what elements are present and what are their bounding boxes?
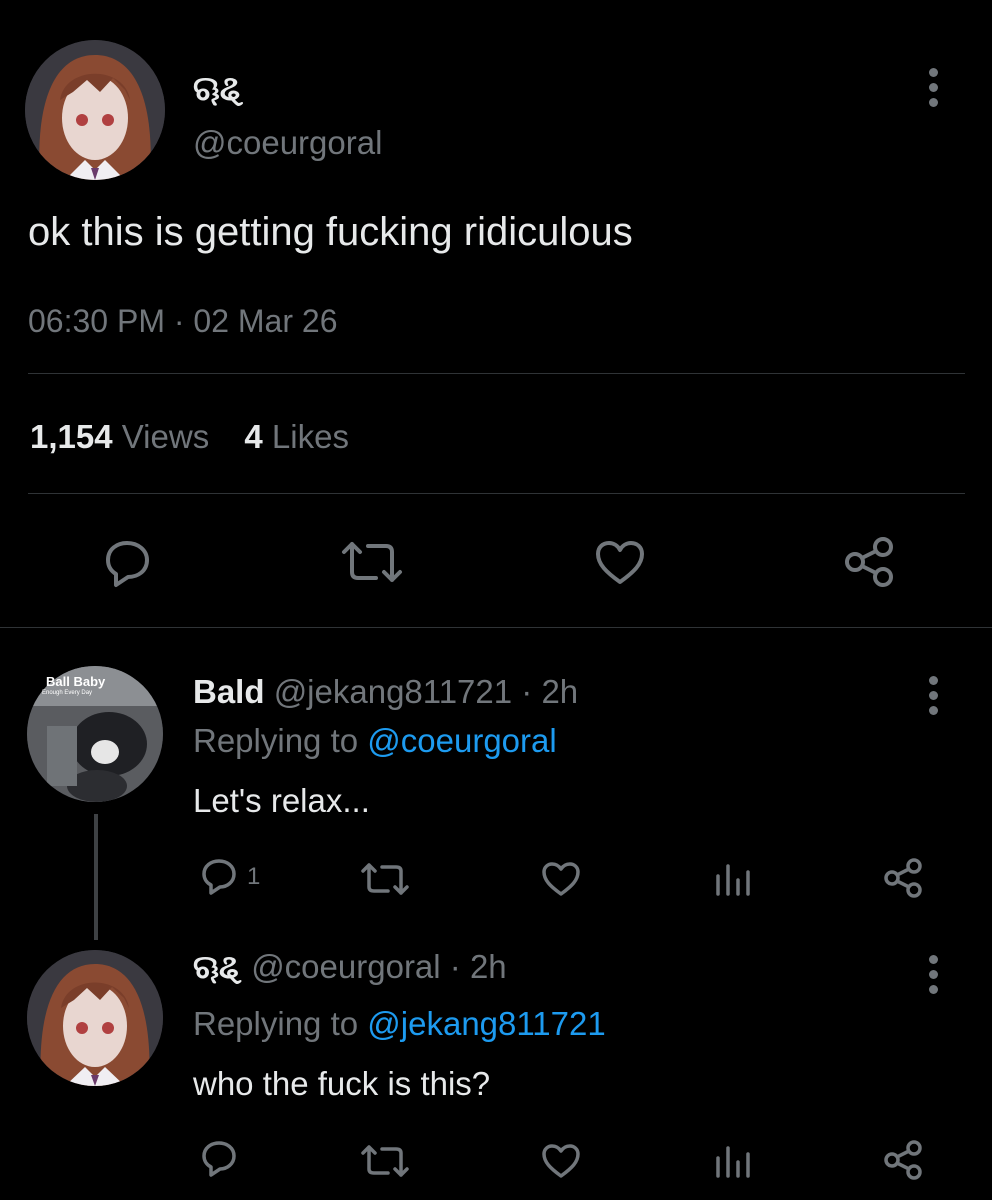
likes-count: 4 bbox=[244, 418, 263, 455]
share-icon[interactable] bbox=[843, 536, 895, 588]
retweet-icon[interactable] bbox=[360, 1144, 410, 1178]
main-tweet-timestamp[interactable]: 06:30 PM · 02 Mar 26 bbox=[28, 303, 337, 340]
main-tweet-avatar[interactable] bbox=[25, 40, 165, 180]
retweet-icon[interactable] bbox=[360, 862, 410, 896]
time-separator: · bbox=[173, 303, 185, 339]
reply-author-name[interactable]: ୠୡ bbox=[193, 948, 242, 985]
main-tweet-display-name[interactable]: ୠୡ bbox=[193, 70, 244, 109]
tweet-date: 02 Mar 26 bbox=[193, 303, 338, 339]
reply-icon[interactable] bbox=[198, 858, 238, 896]
reply-time: · 2h bbox=[449, 948, 507, 985]
reply-header: Bald @jekang811721 · 2h bbox=[193, 673, 578, 711]
reply-author-handle[interactable]: @coeurgoral bbox=[251, 948, 440, 985]
main-tweet-more-icon[interactable] bbox=[929, 68, 939, 113]
reply-author-name[interactable]: Bald bbox=[193, 673, 265, 710]
avatar-caption: Ball Baby bbox=[46, 674, 106, 689]
analytics-icon[interactable] bbox=[715, 1144, 751, 1178]
divider bbox=[28, 493, 965, 494]
reply-text: Let's relax... bbox=[193, 782, 370, 819]
reply-time: · 2h bbox=[521, 673, 579, 710]
reply-author-handle[interactable]: @jekang811721 bbox=[274, 673, 512, 710]
views-label: Views bbox=[121, 418, 210, 455]
views-count: 1,154 bbox=[30, 418, 113, 455]
like-icon[interactable] bbox=[541, 861, 581, 897]
retweet-icon[interactable] bbox=[340, 540, 404, 584]
reply-icon[interactable] bbox=[98, 538, 152, 588]
tweet-stats: 1,154 Views 4 Likes bbox=[30, 418, 349, 456]
divider bbox=[0, 627, 992, 628]
reply-count: 1 bbox=[247, 863, 261, 890]
replying-to: Replying to @coeurgoral bbox=[193, 722, 557, 760]
reply-text: who the fuck is this? bbox=[193, 1065, 491, 1102]
main-tweet-handle[interactable]: @coeurgoral bbox=[193, 124, 382, 162]
like-icon[interactable] bbox=[541, 1143, 581, 1179]
replying-to: Replying to @jekang811721 bbox=[193, 1005, 606, 1043]
tweet-time: 06:30 PM bbox=[28, 303, 165, 339]
reply-header: ୠୡ @coeurgoral · 2h bbox=[193, 948, 507, 987]
likes-label: Likes bbox=[271, 418, 349, 455]
likes-stat[interactable]: 4 Likes bbox=[244, 418, 349, 455]
share-icon[interactable] bbox=[883, 858, 923, 898]
replying-to-link[interactable]: @jekang811721 bbox=[367, 1005, 605, 1042]
divider bbox=[28, 373, 965, 374]
thread-line bbox=[94, 814, 98, 940]
reply-more-icon[interactable] bbox=[929, 955, 939, 1000]
reply-more-icon[interactable] bbox=[929, 676, 939, 721]
share-icon[interactable] bbox=[883, 1140, 923, 1180]
analytics-icon[interactable] bbox=[715, 862, 751, 896]
replying-to-link[interactable]: @coeurgoral bbox=[367, 722, 556, 759]
reply-avatar[interactable] bbox=[27, 950, 163, 1086]
like-icon[interactable] bbox=[594, 540, 646, 586]
replying-prefix: Replying to bbox=[193, 1005, 359, 1042]
reply-icon[interactable] bbox=[198, 1140, 238, 1178]
avatar-subcaption: Enough Every Day bbox=[42, 690, 93, 696]
views-stat[interactable]: 1,154 Views bbox=[30, 418, 218, 455]
replying-prefix: Replying to bbox=[193, 722, 359, 759]
main-tweet-text: ok this is getting fucking ridiculous bbox=[28, 210, 633, 254]
